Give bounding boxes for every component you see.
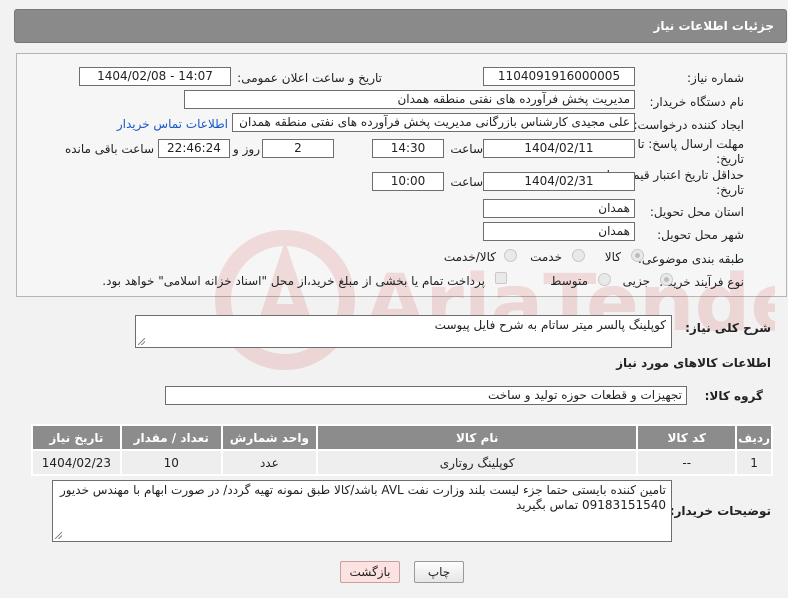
table-row: 1 -- کوپلینگ روتاری عدد 10 1404/02/23 [31, 449, 773, 476]
cell-unit: عدد [220, 449, 318, 476]
city-field: همدان [483, 222, 635, 241]
treasury-payment-note: پرداخت تمام یا بخشی از مبلغ خرید،از محل … [102, 274, 485, 288]
category-option-service: خدمت [530, 250, 562, 264]
category-option-goods-service: کالا/خدمت [443, 250, 496, 264]
process-radio-minor[interactable] [660, 273, 673, 286]
deadline-label: مهلت ارسال پاسخ: تا تاریخ: [637, 137, 744, 166]
col-header-row-number: ردیف [735, 424, 773, 451]
col-header-qty: تعداد / مقدار [119, 424, 223, 451]
deadline-time-label: ساعت [450, 142, 483, 156]
description-field[interactable]: کوپلینگ پالسر میتر ساتام به شرح فایل پیو… [135, 315, 672, 348]
buyer-notes-label: توضیحات خریدار: [669, 504, 771, 518]
treasury-payment-checkbox[interactable] [495, 272, 507, 284]
cell-name: کوپلینگ روتاری [315, 449, 639, 476]
col-header-name: نام کالا [315, 424, 639, 451]
remaining-days-field: 2 [262, 139, 334, 158]
need-number-field: 1104091916000005 [483, 67, 635, 86]
description-text: کوپلینگ پالسر میتر ساتام به شرح فایل پیو… [434, 318, 666, 332]
cell-date: 1404/02/23 [31, 449, 122, 476]
resize-grip-icon[interactable] [55, 532, 62, 539]
page-title: جزئیات اطلاعات نیاز [653, 19, 774, 33]
category-label: طبقه بندی موضوعی: [637, 252, 744, 266]
remaining-time-field: 22:46:24 [158, 139, 230, 158]
creator-field: علی مجیدی کارشناس بازرگانی مدیریت پخش فر… [232, 113, 635, 132]
resize-grip-icon[interactable] [138, 338, 145, 345]
category-radio-service[interactable] [572, 249, 585, 262]
buyer-org-label: نام دستگاه خریدار: [649, 95, 745, 109]
need-number-label: شماره نیاز: [687, 71, 744, 85]
cell-code: -- [636, 449, 738, 476]
process-option-medium: متوسط [550, 274, 588, 288]
table-header-row: ردیف کد کالا نام کالا واحد شمارش تعداد /… [31, 424, 773, 451]
cell-row-number: 1 [735, 449, 773, 476]
announce-datetime-label: تاریخ و ساعت اعلان عمومی: [237, 71, 382, 85]
buyer-org-field: مدیریت پخش فرآورده های نفتی منطقه همدان [184, 90, 635, 109]
col-header-date: تاریخ نیاز [31, 424, 122, 451]
price-validity-time-label: ساعت [450, 175, 483, 189]
deadline-date-field: 1404/02/11 [483, 139, 635, 158]
remaining-label: ساعت باقی مانده [64, 142, 154, 156]
days-label: روز و [233, 142, 260, 156]
process-option-minor: جزیی [622, 274, 650, 288]
print-button[interactable]: چاپ [414, 561, 464, 583]
back-button[interactable]: بازگشت [340, 561, 400, 583]
page-header: جزئیات اطلاعات نیاز [14, 9, 787, 43]
price-validity-date-field: 1404/02/31 [483, 172, 635, 191]
goods-group-field: تجهیزات و قطعات حوزه تولید و ساخت [165, 386, 687, 405]
col-header-code: کد کالا [636, 424, 738, 451]
col-header-unit: واحد شمارش [220, 424, 318, 451]
creator-label: ایجاد کننده درخواست: [633, 118, 744, 132]
category-option-goods: کالا [604, 250, 621, 264]
buyer-notes-text: تامین کننده بایستی حتما جزء لیست بلند وز… [59, 483, 666, 512]
province-label: استان محل تحویل: [649, 205, 744, 219]
category-radio-goods-service[interactable] [504, 249, 517, 262]
category-radio-goods[interactable] [631, 249, 644, 262]
city-label: شهر محل تحویل: [657, 228, 744, 242]
description-label: شرح کلی نیاز: [685, 321, 771, 335]
goods-table: ردیف کد کالا نام کالا واحد شمارش تعداد /… [31, 424, 773, 476]
cell-qty: 10 [119, 449, 223, 476]
goods-group-label: گروه کالا: [704, 389, 763, 403]
province-field: همدان [483, 199, 635, 218]
price-validity-time-field: 10:00 [372, 172, 444, 191]
buyer-notes-field[interactable]: تامین کننده بایستی حتما جزء لیست بلند وز… [52, 480, 672, 542]
announce-datetime-field: 1404/02/08 - 14:07 [79, 67, 231, 86]
goods-section-title: اطلاعات کالاهای مورد نیاز [616, 356, 771, 370]
process-radio-medium[interactable] [598, 273, 611, 286]
deadline-time-field: 14:30 [372, 139, 444, 158]
buyer-contact-link[interactable]: اطلاعات تماس خریدار [117, 117, 228, 131]
